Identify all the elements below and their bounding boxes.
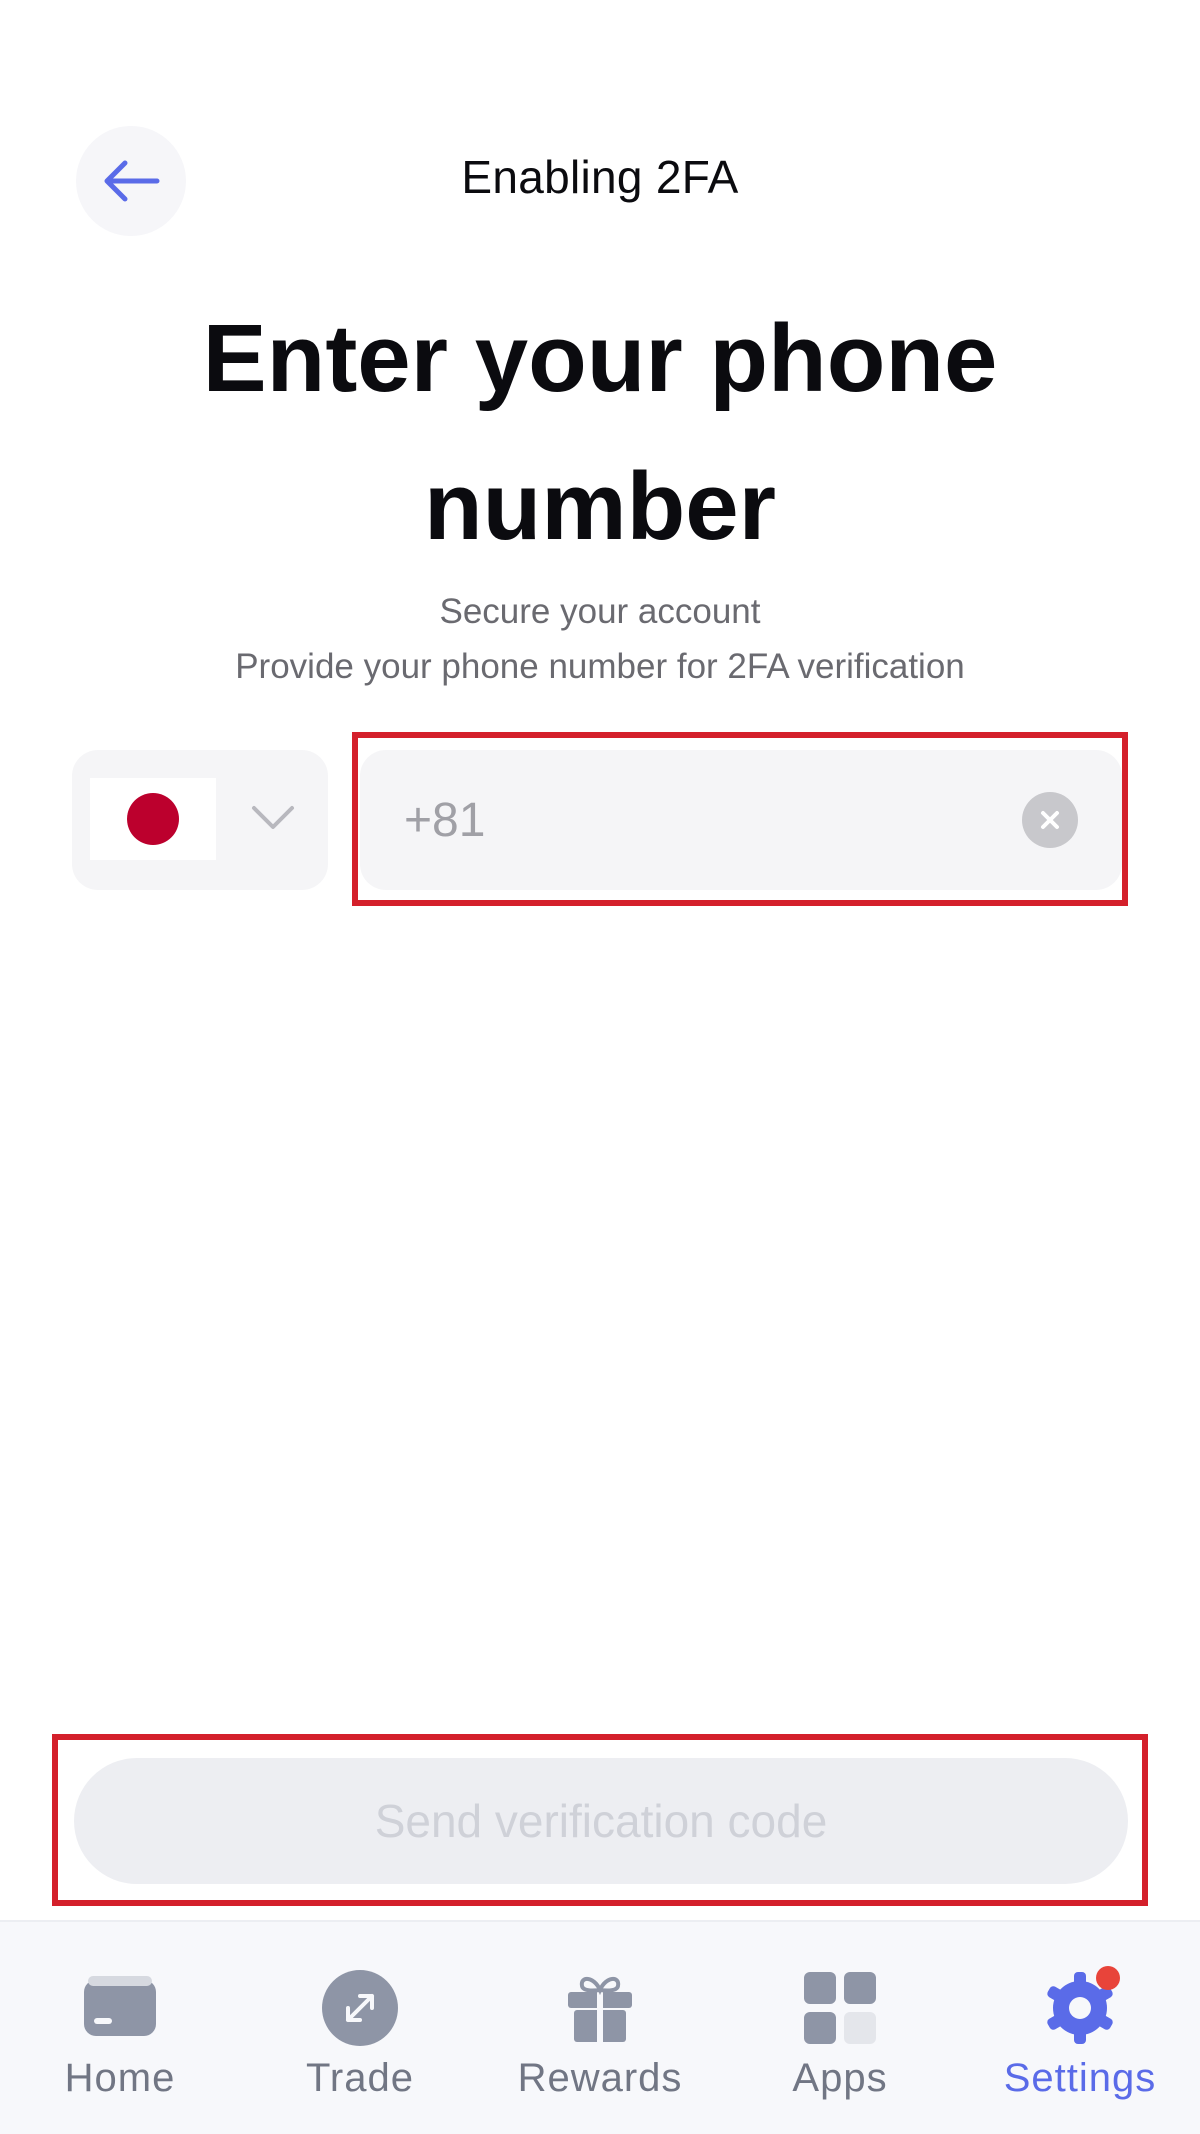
header-title: Enabling 2FA xyxy=(461,151,739,203)
flag-circle xyxy=(127,793,179,845)
japan-flag-icon xyxy=(90,778,216,860)
page-title-line-2: number xyxy=(423,453,777,560)
send-verification-code-button[interactable]: Send verification code xyxy=(74,1758,1128,1884)
phone-input-container xyxy=(360,750,1122,890)
nav-item-home[interactable]: Home xyxy=(10,1950,230,2120)
card-icon xyxy=(84,1976,156,2036)
page-title-line-1: Enter your phone xyxy=(202,305,998,412)
nav-item-apps[interactable]: Apps xyxy=(730,1950,950,2120)
nav-item-trade[interactable]: Trade xyxy=(250,1950,470,2120)
trade-arrows-icon xyxy=(322,1970,398,2046)
nav-label-settings: Settings xyxy=(1003,2056,1157,2100)
nav-item-settings[interactable]: Settings xyxy=(970,1950,1190,2120)
nav-label-apps: Apps xyxy=(792,2056,888,2100)
close-icon xyxy=(1041,811,1059,829)
clear-input-button[interactable] xyxy=(1022,792,1078,848)
nav-label-home: Home xyxy=(64,2056,176,2100)
nav-label-trade: Trade xyxy=(305,2056,414,2100)
subtitle-description: Provide your phone number for 2FA verifi… xyxy=(235,647,965,686)
gift-icon xyxy=(568,1977,632,2042)
nav-item-rewards[interactable]: Rewards xyxy=(490,1950,710,2120)
page-title: Enter your phone number xyxy=(90,285,1110,581)
gear-icon xyxy=(1047,1966,1120,2044)
nav-label-rewards: Rewards xyxy=(517,2056,683,2100)
phone-number-input[interactable] xyxy=(404,750,964,890)
subtitle-secure: Secure your account xyxy=(439,592,761,631)
chevron-down-icon xyxy=(252,806,294,829)
grid-icon xyxy=(804,1972,876,2044)
